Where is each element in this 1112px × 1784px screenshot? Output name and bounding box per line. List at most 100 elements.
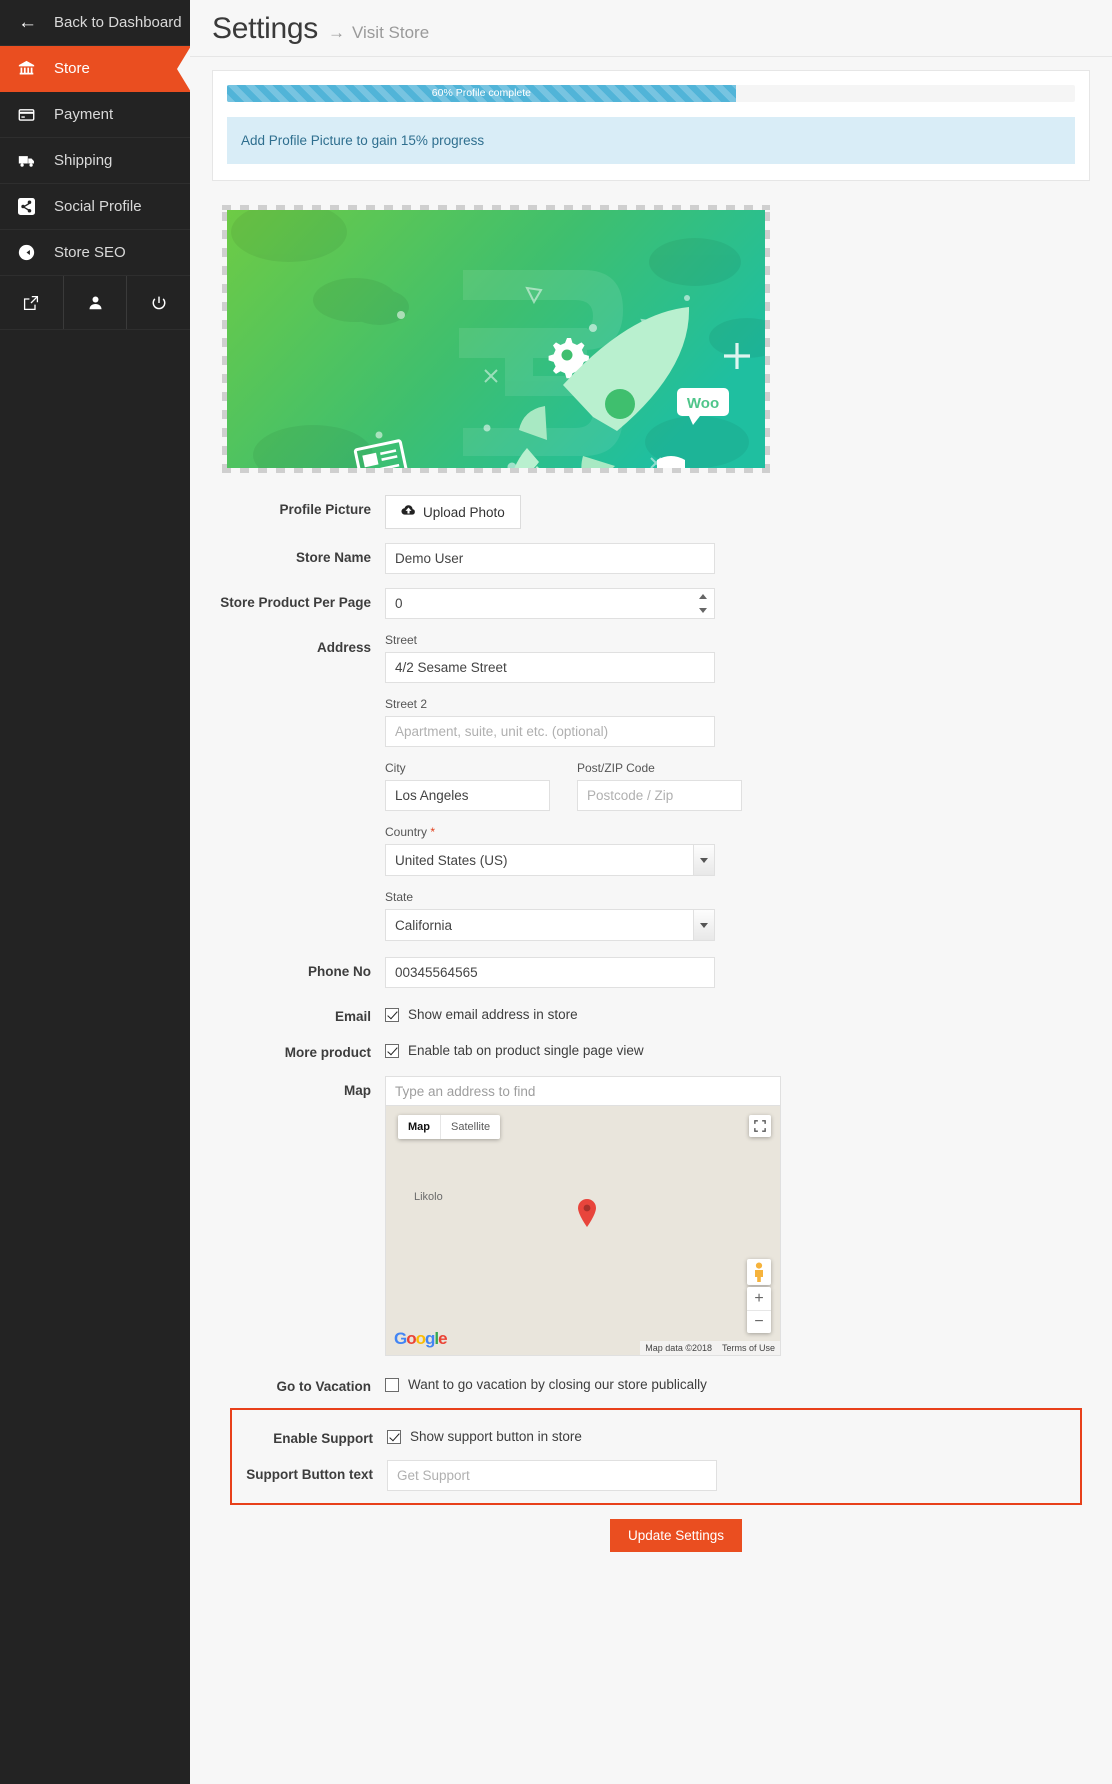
map-canvas[interactable]: Map Satellite Likolo + − Google Map data… xyxy=(385,1106,781,1356)
field-support-button-text: Support Button text xyxy=(232,1460,1080,1491)
street2-input[interactable] xyxy=(385,716,715,747)
field-label: More product xyxy=(284,1045,371,1060)
street-input[interactable] xyxy=(385,652,715,683)
map-attribution: Map data ©2018 Terms of Use xyxy=(640,1341,780,1355)
sidebar-item-social-profile[interactable]: Social Profile xyxy=(0,184,190,230)
more-product-label: Enable tab on product single page view xyxy=(408,1043,644,1058)
map-data-text: Map data ©2018 xyxy=(645,1343,712,1353)
sidebar-item-label: Payment xyxy=(54,106,114,123)
external-link-icon[interactable] xyxy=(0,276,64,329)
more-product-checkbox[interactable] xyxy=(385,1043,399,1058)
store-banner-image: Woo xyxy=(227,210,765,468)
postcode-label: Post/ZIP Code xyxy=(577,761,655,775)
enable-support-checkbox[interactable] xyxy=(387,1429,401,1444)
city-input[interactable] xyxy=(385,780,550,811)
support-settings-highlight-box: Enable Support Show support button in st… xyxy=(230,1408,1082,1505)
enable-support-label: Show support button in store xyxy=(410,1429,582,1444)
field-label: Store Product Per Page xyxy=(220,595,371,610)
sidebar-item-label: Store SEO xyxy=(54,244,126,261)
field-more-product: More product Enable tab on product singl… xyxy=(190,1038,1112,1060)
map-place-label: Likolo xyxy=(414,1191,443,1203)
map-type-switch: Map Satellite xyxy=(398,1115,501,1139)
field-label: Enable Support xyxy=(273,1431,373,1446)
country-label-text: Country xyxy=(385,825,428,839)
show-email-checkbox[interactable] xyxy=(385,1007,399,1022)
sidebar-item-shipping[interactable]: Shipping xyxy=(0,138,190,184)
field-label: Profile Picture xyxy=(279,502,371,517)
terms-of-use-link[interactable]: Terms of Use xyxy=(717,1341,780,1355)
sidebar: ← Back to Dashboard Store Payment Shippi… xyxy=(0,0,191,1784)
street2-label: Street 2 xyxy=(385,697,428,711)
field-profile-picture: Profile Picture Upload Photo xyxy=(190,495,1112,529)
sidebar-item-store[interactable]: Store xyxy=(0,46,191,92)
city-label: City xyxy=(385,761,406,775)
store-name-input[interactable] xyxy=(385,543,715,574)
user-icon[interactable] xyxy=(64,276,128,329)
stepper-up-icon[interactable] xyxy=(698,594,707,599)
progress-hint-message: Add Profile Picture to gain 15% progress xyxy=(227,117,1075,164)
sidebar-item-store-seo[interactable]: Store SEO xyxy=(0,230,190,276)
woo-badge-text: Woo xyxy=(687,395,719,412)
truck-icon xyxy=(18,152,48,170)
bank-icon xyxy=(18,60,48,77)
arrow-left-icon: ← xyxy=(18,11,37,33)
country-select[interactable]: United States (US) xyxy=(385,844,715,876)
upload-photo-label: Upload Photo xyxy=(423,504,505,520)
field-enable-support: Enable Support Show support button in st… xyxy=(232,1424,1080,1446)
field-label: Phone No xyxy=(308,964,371,979)
phone-input[interactable] xyxy=(385,957,715,988)
postcode-input[interactable] xyxy=(577,780,742,811)
form-actions: Update Settings xyxy=(190,1519,1112,1552)
sidebar-item-back-to-dashboard[interactable]: ← Back to Dashboard xyxy=(0,0,190,46)
map-type-map[interactable]: Map xyxy=(398,1115,440,1139)
vacation-label: Want to go vacation by closing our store… xyxy=(408,1377,707,1392)
progress-bar-track: 60% Profile complete xyxy=(227,85,1075,102)
progress-bar-fill: 60% Profile complete xyxy=(227,85,736,102)
field-label: Address xyxy=(316,640,371,655)
main-content: Settings → Visit Store 60% Profile compl… xyxy=(190,0,1112,1784)
vacation-checkbox[interactable] xyxy=(385,1377,399,1392)
field-store-name: Store Name xyxy=(190,543,1112,574)
field-label: Map xyxy=(344,1083,371,1098)
cloud-upload-icon xyxy=(401,504,416,520)
sidebar-item-payment[interactable]: Payment xyxy=(0,92,190,138)
power-icon[interactable] xyxy=(127,276,190,329)
street-view-pegman-icon[interactable] xyxy=(747,1259,771,1285)
card-icon xyxy=(18,106,48,123)
products-per-page-input[interactable] xyxy=(385,588,715,619)
store-banner-dropzone[interactable]: Woo xyxy=(222,205,770,473)
field-label: Go to Vacation xyxy=(276,1379,371,1394)
field-email: Email Show email address in store xyxy=(190,1002,1112,1024)
header-separator: → xyxy=(328,23,345,42)
sidebar-item-label: Back to Dashboard xyxy=(54,14,182,31)
share-icon xyxy=(18,198,48,215)
sidebar-bottom-bar xyxy=(0,276,190,330)
field-map: Map Map Satellite Likol xyxy=(190,1076,1112,1356)
country-label: Country * xyxy=(385,825,1112,839)
update-settings-button[interactable]: Update Settings xyxy=(610,1519,743,1552)
map-search-input[interactable] xyxy=(385,1076,781,1106)
visit-store-link[interactable]: Visit Store xyxy=(352,23,429,43)
field-address: Address Street Street 2 City Post/ZIP Co… xyxy=(190,633,1112,941)
zoom-in-button[interactable]: + xyxy=(747,1287,771,1310)
sidebar-item-label: Shipping xyxy=(54,152,113,169)
map-type-satellite[interactable]: Satellite xyxy=(440,1115,501,1139)
stepper-down-icon[interactable] xyxy=(698,608,707,613)
map-marker-icon[interactable] xyxy=(577,1198,597,1228)
sidebar-item-label: Social Profile xyxy=(54,198,142,215)
required-marker: * xyxy=(430,825,436,839)
map-zoom-controls: + − xyxy=(747,1287,771,1333)
zoom-out-button[interactable]: − xyxy=(747,1310,771,1333)
page-title: Settings xyxy=(212,12,318,45)
support-button-text-input[interactable] xyxy=(387,1460,717,1491)
upload-photo-button[interactable]: Upload Photo xyxy=(385,495,521,529)
sidebar-item-label: Store xyxy=(54,60,90,77)
state-select[interactable]: California xyxy=(385,909,715,941)
profile-progress-card: 60% Profile complete Add Profile Picture… xyxy=(212,70,1090,181)
field-products-per-page: Store Product Per Page xyxy=(190,588,1112,619)
street-label: Street xyxy=(385,633,418,647)
number-stepper[interactable] xyxy=(696,594,709,613)
fullscreen-icon[interactable] xyxy=(749,1115,771,1137)
store-settings-form: Profile Picture Upload Photo Store Name … xyxy=(190,495,1112,1552)
state-label: State xyxy=(385,890,414,904)
